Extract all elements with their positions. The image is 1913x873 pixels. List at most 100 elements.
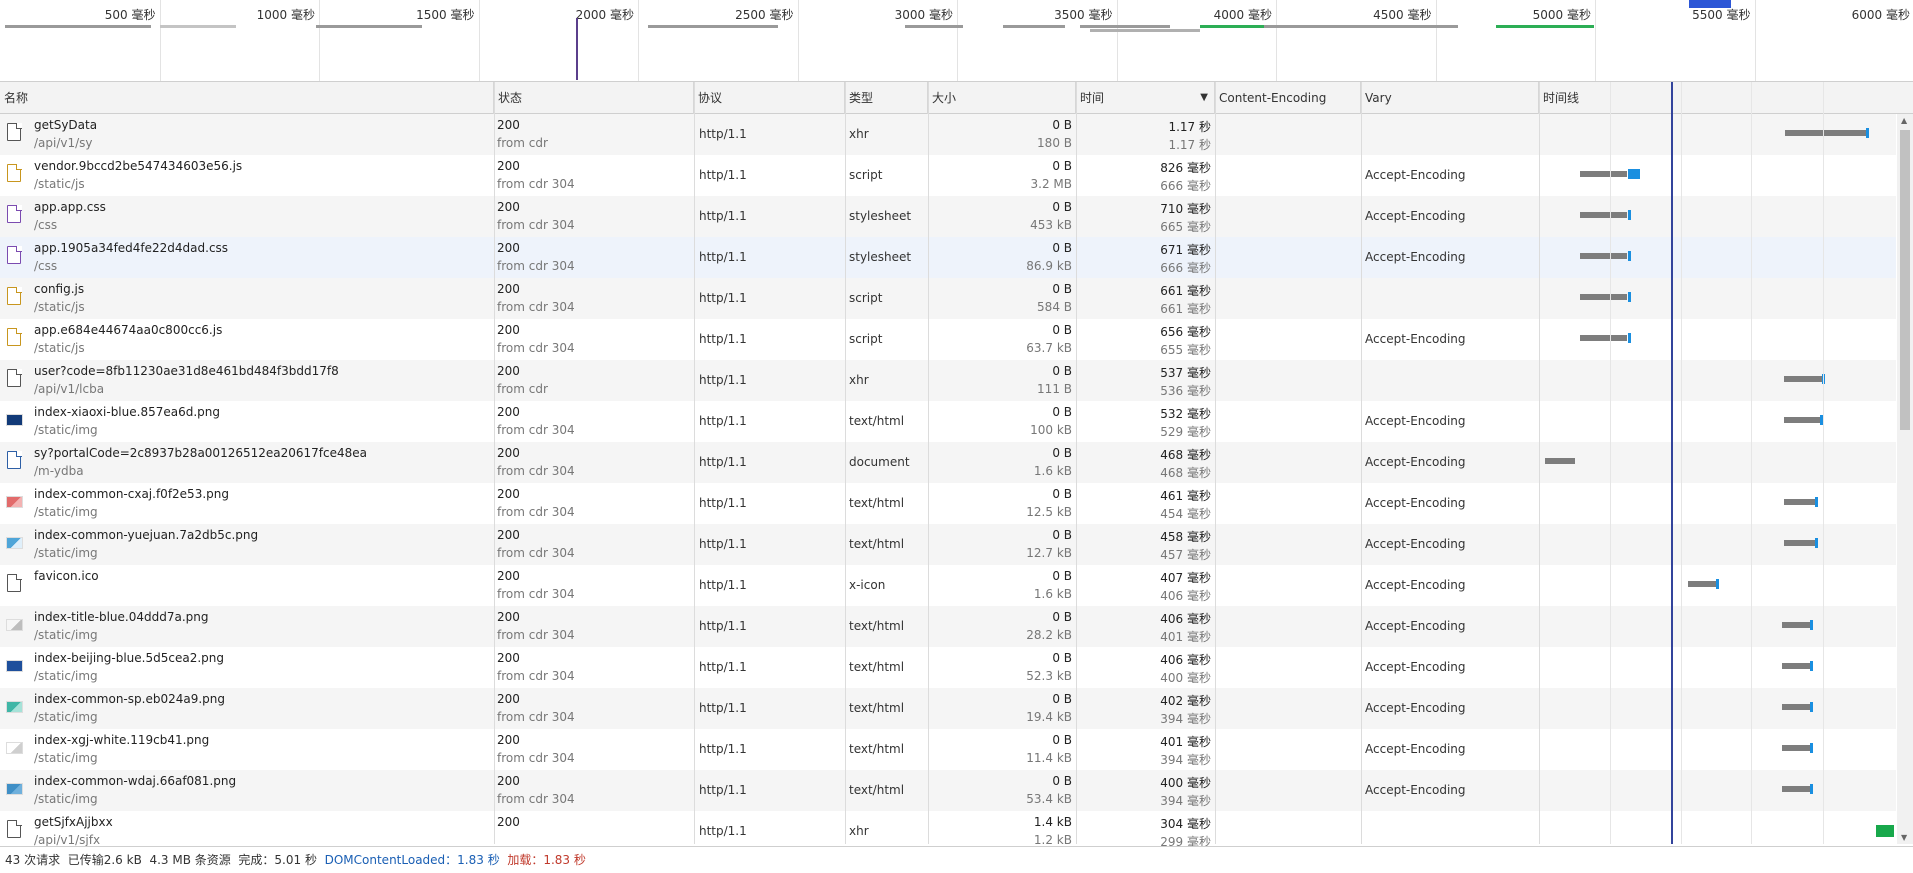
table-row[interactable]: index-common-yuejuan.7a2db5c.png /static… [0, 524, 1896, 565]
cell-size: 0 B 100 kB [928, 401, 1076, 442]
column-header-status[interactable]: 状态 [494, 82, 694, 114]
size-resource: 584 B [1037, 300, 1072, 314]
type-value: script [849, 332, 883, 346]
table-row[interactable]: vendor.9bccd2be547434603e56.js /static/j… [0, 155, 1896, 196]
cell-size: 0 B 180 B [928, 114, 1076, 155]
request-name: index-xgj-white.119cb41.png [34, 733, 210, 747]
type-value: text/html [849, 783, 905, 797]
table-row[interactable]: index-common-cxaj.f0f2e53.png /static/im… [0, 483, 1896, 524]
vertical-scrollbar[interactable]: ▲ ▼ [1897, 114, 1913, 844]
status-code: 200 [497, 610, 520, 624]
overview-tick-label: 3500 毫秒 [1054, 8, 1113, 22]
column-divider[interactable] [1361, 82, 1362, 844]
column-divider[interactable] [928, 82, 929, 844]
cell-protocol: http/1.1 [699, 729, 844, 770]
column-divider[interactable] [1539, 82, 1540, 844]
cell-type: text/html [849, 688, 927, 729]
time-total: 407 毫秒 [1160, 571, 1211, 585]
cell-name[interactable]: index-beijing-blue.5d5cea2.png /static/i… [0, 647, 494, 688]
status-source: from cdr [497, 382, 548, 396]
cell-time: 537 毫秒 536 毫秒 [1076, 360, 1215, 401]
cell-time: 656 毫秒 655 毫秒 [1076, 319, 1215, 360]
table-row[interactable]: sy?portalCode=2c8937b28a00126512ea20617f… [0, 442, 1896, 483]
time-total: 671 毫秒 [1160, 243, 1211, 257]
protocol-value: http/1.1 [699, 291, 747, 305]
protocol-value: http/1.1 [699, 496, 747, 510]
cell-name[interactable]: index-title-blue.04ddd7a.png /static/img [0, 606, 494, 647]
table-row[interactable]: app.1905a34fed4fe22d4dad.css /css 200 fr… [0, 237, 1896, 278]
overview-divider [1595, 0, 1596, 81]
scrollbar-thumb[interactable] [1900, 130, 1910, 430]
protocol-value: http/1.1 [699, 742, 747, 756]
column-header-protocol[interactable]: 协议 [694, 82, 845, 114]
table-row[interactable]: index-xgj-white.119cb41.png /static/img … [0, 729, 1896, 770]
table-row[interactable]: getSyData /api/v1/sy 200 from cdr http/1… [0, 114, 1896, 155]
cell-name[interactable]: sy?portalCode=2c8937b28a00126512ea20617f… [0, 442, 494, 483]
table-row[interactable]: config.js /static/js 200 from cdr 304 ht… [0, 278, 1896, 319]
table-row[interactable]: index-beijing-blue.5d5cea2.png /static/i… [0, 647, 1896, 688]
table-row[interactable]: index-common-sp.eb024a9.png /static/img … [0, 688, 1896, 729]
cell-type: text/html [849, 483, 927, 524]
overview-tick-label: 1500 毫秒 [416, 8, 475, 22]
cell-name[interactable]: index-common-wdaj.66af081.png /static/im… [0, 770, 494, 811]
table-row[interactable]: favicon.ico 200 from cdr 304 http/1.1 x-… [0, 565, 1896, 606]
time-total: 401 毫秒 [1160, 735, 1211, 749]
cell-name[interactable]: config.js /static/js [0, 278, 494, 319]
table-row[interactable]: index-xiaoxi-blue.857ea6d.png /static/im… [0, 401, 1896, 442]
table-row[interactable]: index-common-wdaj.66af081.png /static/im… [0, 770, 1896, 811]
cell-name[interactable]: app.app.css /css [0, 196, 494, 237]
column-header-content-encoding[interactable]: Content-Encoding [1215, 82, 1361, 114]
column-divider[interactable] [494, 82, 495, 844]
overview-divider [1435, 0, 1437, 81]
size-resource: 63.7 kB [1026, 341, 1072, 355]
cell-type: text/html [849, 401, 927, 442]
cell-name[interactable]: index-xgj-white.119cb41.png /static/img [0, 729, 494, 770]
scroll-down-icon[interactable]: ▼ [1901, 833, 1907, 842]
column-header-time[interactable]: 时间 ▼ [1076, 82, 1215, 114]
overview-tick-label: 4000 毫秒 [1213, 8, 1272, 22]
cell-name[interactable]: index-common-yuejuan.7a2db5c.png /static… [0, 524, 494, 565]
time-latency: 666 毫秒 [1160, 261, 1211, 275]
overview-timeline[interactable]: 500 毫秒 1000 毫秒 1500 毫秒 2000 毫秒 2500 毫秒 3000 毫… [0, 0, 1913, 82]
cell-protocol: http/1.1 [699, 688, 844, 729]
table-row[interactable]: index-title-blue.04ddd7a.png /static/img… [0, 606, 1896, 647]
column-divider[interactable] [1215, 82, 1216, 844]
overview-tick-label: 500 毫秒 [104, 8, 156, 22]
cell-name[interactable]: favicon.ico [0, 565, 494, 606]
column-header-name[interactable]: 名称 [0, 82, 494, 114]
column-header-vary[interactable]: Vary [1361, 82, 1539, 114]
cell-name[interactable]: vendor.9bccd2be547434603e56.js /static/j… [0, 155, 494, 196]
request-name: favicon.ico [34, 569, 99, 583]
table-row[interactable]: app.e684e44674aa0c800cc6.js /static/js 2… [0, 319, 1896, 360]
table-row[interactable]: app.app.css /css 200 from cdr 304 http/1… [0, 196, 1896, 237]
column-header-type[interactable]: 类型 [845, 82, 928, 114]
request-path: /css [34, 218, 58, 232]
column-header-timeline[interactable]: 时间线 [1539, 82, 1913, 114]
cell-size: 0 B 3.2 MB [928, 155, 1076, 196]
cell-name[interactable]: index-common-cxaj.f0f2e53.png /static/im… [0, 483, 494, 524]
scroll-up-icon[interactable]: ▲ [1901, 116, 1907, 125]
cell-type: text/html [849, 729, 927, 770]
cell-name[interactable]: user?code=8fb11230ae31d8e461bd484f3bdd17… [0, 360, 494, 401]
column-divider[interactable] [1076, 82, 1077, 844]
cell-name[interactable]: app.e684e44674aa0c800cc6.js /static/js [0, 319, 494, 360]
timeline-waiting-bar [1580, 212, 1627, 218]
column-divider[interactable] [694, 82, 695, 844]
table-row[interactable]: user?code=8fb11230ae31d8e461bd484f3bdd17… [0, 360, 1896, 401]
column-divider[interactable] [845, 82, 846, 844]
cell-name[interactable]: index-xiaoxi-blue.857ea6d.png /static/im… [0, 401, 494, 442]
cell-protocol: http/1.1 [699, 565, 844, 606]
cell-name[interactable]: getSyData /api/v1/sy [0, 114, 494, 155]
cell-vary [1365, 114, 1537, 155]
time-total: 656 毫秒 [1160, 325, 1211, 339]
cell-time: 826 毫秒 666 毫秒 [1076, 155, 1215, 196]
type-value: script [849, 291, 883, 305]
column-header-size[interactable]: 大小 [928, 82, 1076, 114]
overview-request-bar [1689, 0, 1731, 8]
cell-name[interactable]: index-common-sp.eb024a9.png /static/img [0, 688, 494, 729]
cell-name[interactable]: app.1905a34fed4fe22d4dad.css /css [0, 237, 494, 278]
time-latency: 666 毫秒 [1160, 179, 1211, 193]
protocol-value: http/1.1 [699, 455, 747, 469]
request-name: app.app.css [34, 200, 106, 214]
dom-content-loaded-time: DOMContentLoaded：1.83 秒 [324, 853, 500, 867]
